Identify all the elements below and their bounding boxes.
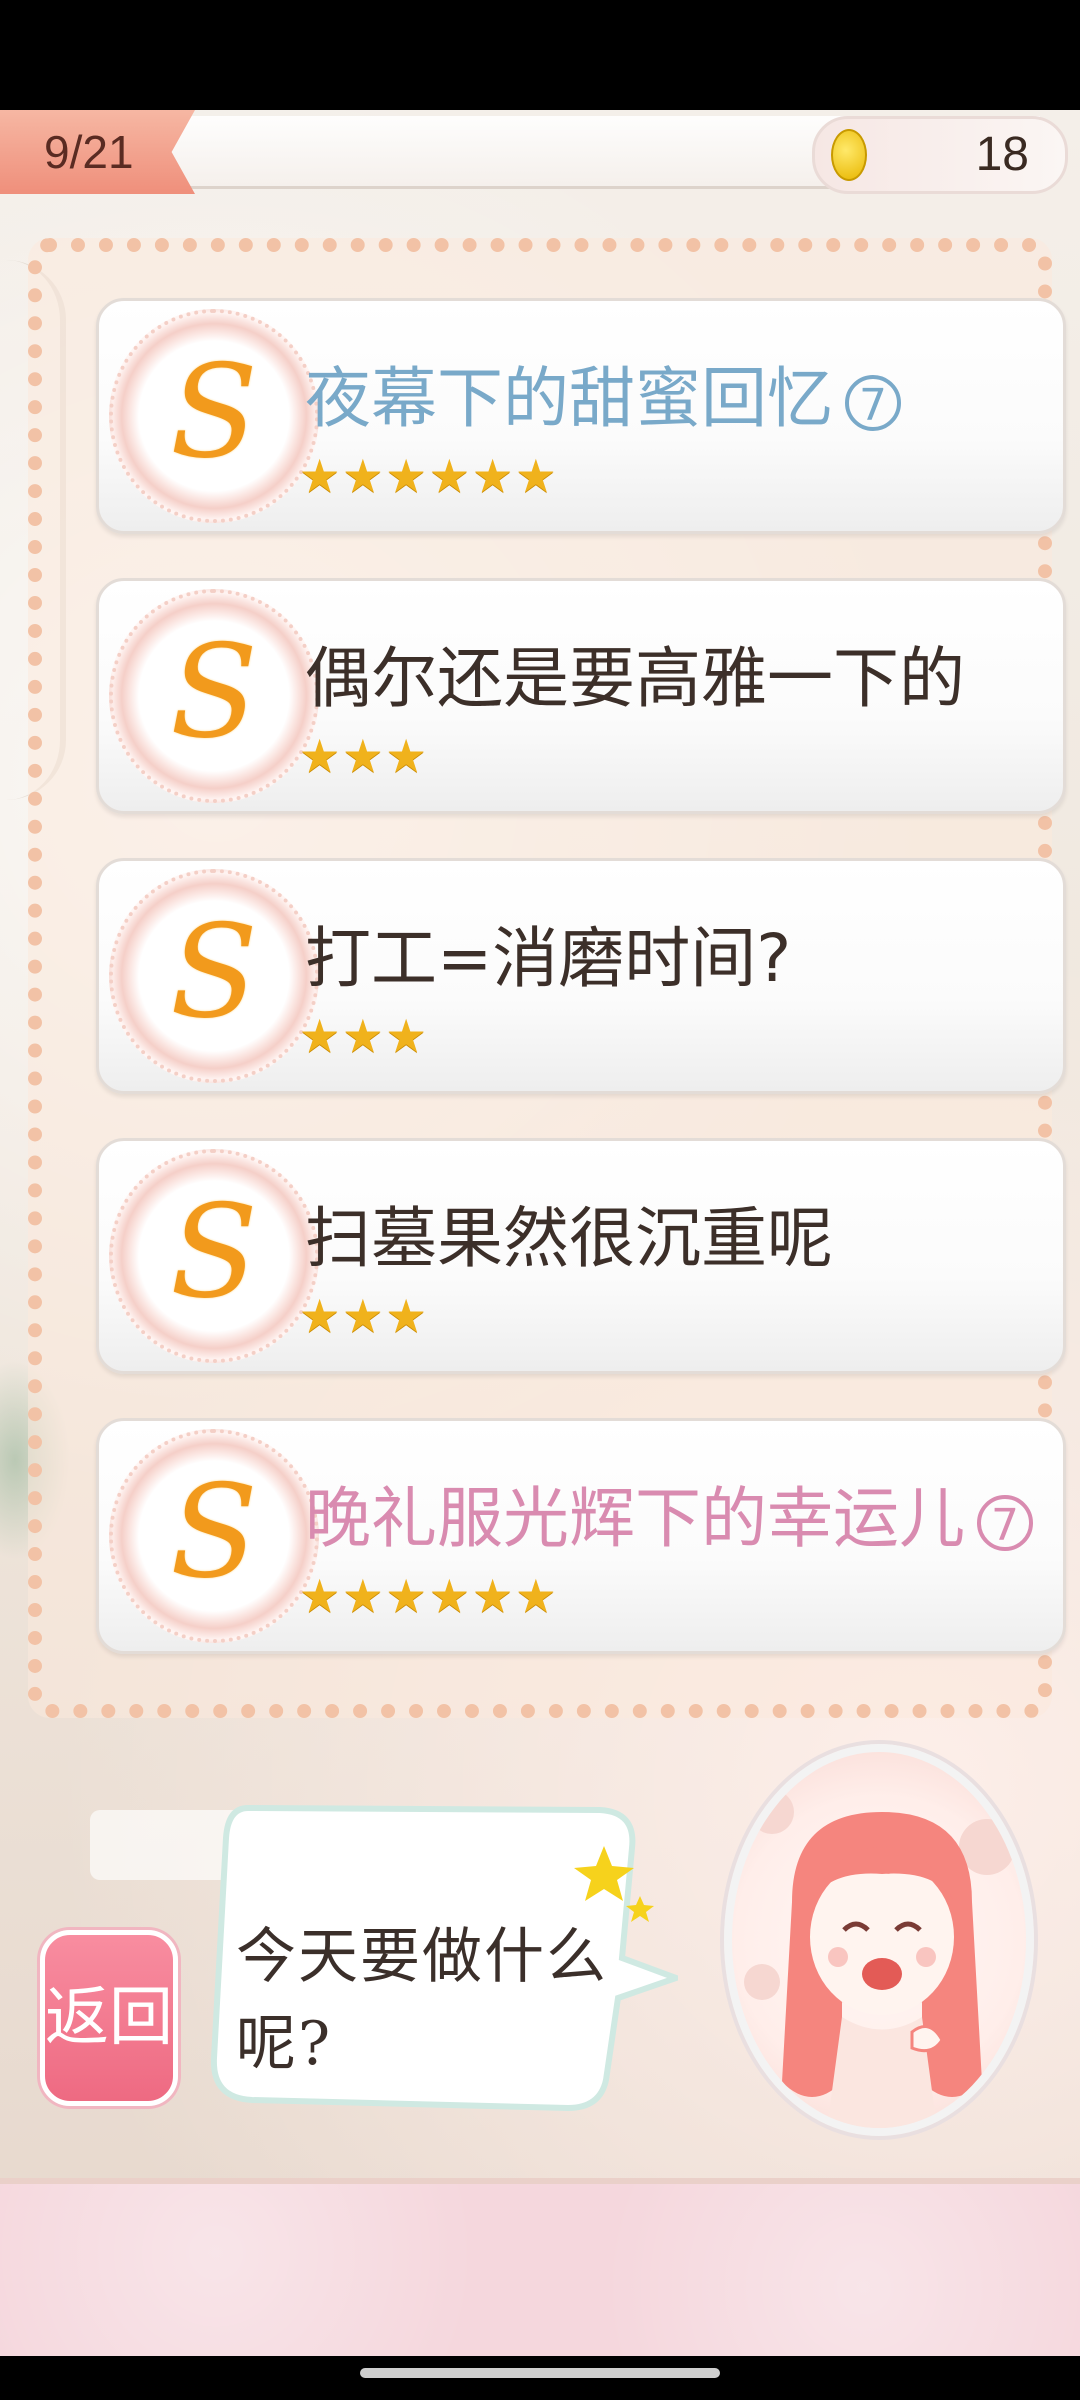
task-stars: ★★★★★★ <box>299 1569 559 1623</box>
back-button[interactable]: 返回 <box>40 1930 178 2106</box>
task-title: 扫墓果然很沉重呢 <box>305 1200 833 1277</box>
task-badge: S <box>109 309 319 523</box>
coin-counter: 18 <box>812 116 1068 194</box>
task-stars: ★★★ <box>299 729 429 783</box>
progress-tag: 9/21 <box>0 110 195 194</box>
task-stars: ★★★ <box>299 1009 429 1063</box>
task-item[interactable]: S 扫墓果然很沉重呢 ★★★ <box>96 1138 1066 1374</box>
speech-bubble: 今天要做什么呢? <box>208 1788 678 2124</box>
dialog-text: 今天要做什么呢? <box>236 1922 608 2079</box>
task-title: 偶尔还是要高雅一下的 <box>305 640 965 717</box>
top-bar: 9/21 18 <box>0 110 1080 194</box>
task-item[interactable]: S 偶尔还是要高雅一下的 ★★★ <box>96 578 1066 814</box>
s-swirl-icon: S <box>170 1178 258 1327</box>
home-indicator[interactable] <box>360 2368 720 2378</box>
task-badge: S <box>109 1429 319 1643</box>
character-portrait <box>724 1744 1034 2136</box>
s-swirl-icon: S <box>170 898 258 1047</box>
task-badge: S <box>109 869 319 1083</box>
status-bar <box>0 0 1080 110</box>
s-swirl-icon: S <box>170 618 258 767</box>
task-stars: ★★★ <box>299 1289 429 1343</box>
bottom-decor-bar <box>0 2178 1080 2356</box>
progress-label: 9/21 <box>44 126 134 178</box>
task-item[interactable]: S 夜幕下的甜蜜回忆 7 ★★★★★★ <box>96 298 1066 534</box>
task-title: 晚礼服光辉下的幸运儿 7 <box>305 1465 1033 1561</box>
coin-icon <box>831 129 867 181</box>
s-swirl-icon: S <box>170 338 258 487</box>
task-stars: ★★★★★★ <box>299 449 559 503</box>
girl-portrait-icon <box>744 1790 1015 2128</box>
coin-value: 18 <box>975 128 1029 181</box>
task-item[interactable]: S 晚礼服光辉下的幸运儿 7 ★★★★★★ <box>96 1418 1066 1654</box>
episode-number-badge: 7 <box>845 374 901 431</box>
s-swirl-icon: S <box>170 1458 258 1607</box>
task-title: 夜幕下的甜蜜回忆 7 <box>305 345 901 441</box>
task-item[interactable]: S 打工=消磨时间? ★★★ <box>96 858 1066 1094</box>
task-title: 打工=消磨时间? <box>305 920 792 997</box>
task-badge: S <box>109 589 319 803</box>
task-list-panel: S 夜幕下的甜蜜回忆 7 ★★★★★★ S 偶尔还是要高雅一下的 ★★★ S 打工… <box>28 238 1066 1718</box>
episode-number-badge: 7 <box>977 1494 1033 1551</box>
task-badge: S <box>109 1149 319 1363</box>
